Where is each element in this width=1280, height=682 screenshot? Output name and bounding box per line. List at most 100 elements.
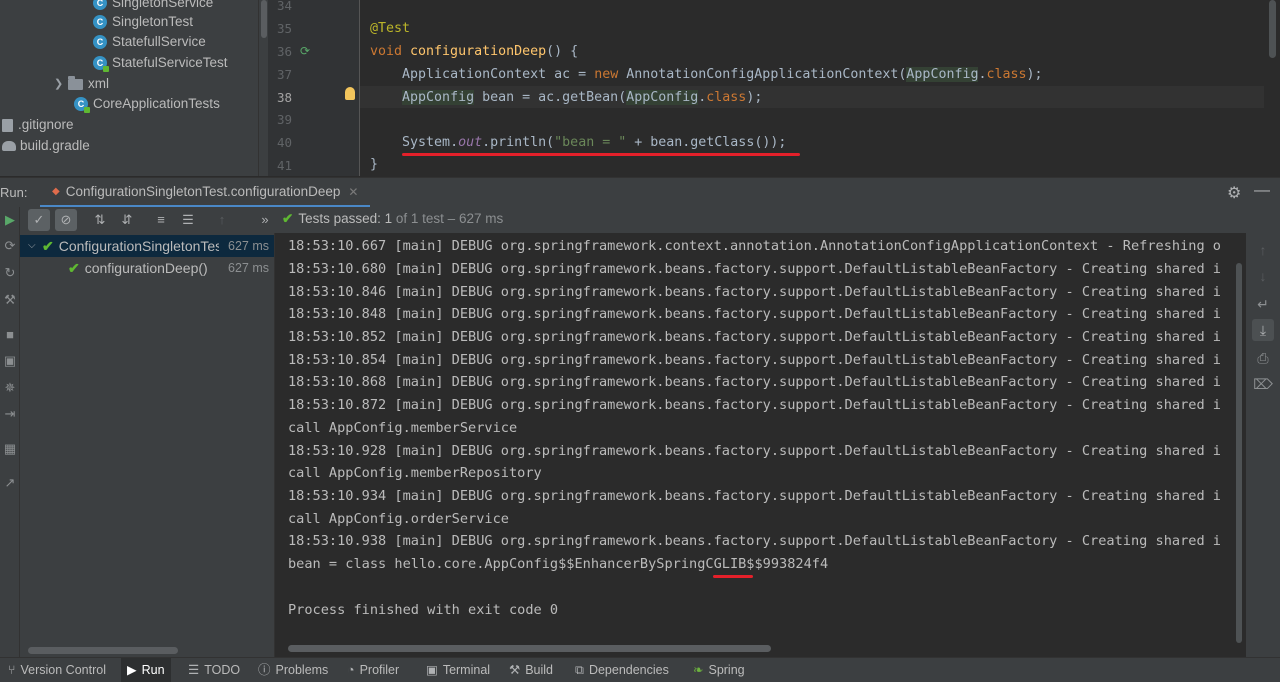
bottom-bar-label: Profiler	[359, 663, 400, 677]
arrow-down-icon[interactable]: ↓	[1252, 265, 1274, 287]
run-tool-window-header: Run: ◆ ConfigurationSingletonTest.config…	[0, 177, 1280, 208]
soft-wrap-icon[interactable]: ↵	[1252, 293, 1274, 315]
dependencies-button[interactable]: ⧉ Dependencies	[569, 658, 675, 682]
console-line: 18:53:10.846 [main] DEBUG org.springfram…	[288, 284, 1221, 300]
toggle-auto-test-icon[interactable]: ↻	[2, 265, 18, 281]
close-icon[interactable]: ✕	[348, 185, 358, 199]
console-line: 18:53:10.938 [main] DEBUG org.springfram…	[288, 533, 1221, 549]
sort-by-duration-icon[interactable]: ⇵	[116, 209, 138, 231]
bottom-bar-label: Version Control	[20, 663, 106, 677]
tree-item-label: StatefulServiceTest	[112, 55, 228, 70]
run-button[interactable]: ▶ Run	[121, 658, 171, 682]
sort-alphabetically-icon[interactable]: ⇅	[89, 209, 111, 231]
method-name-token: configurationDeep	[410, 44, 547, 59]
project-tree-scrollbar[interactable]	[258, 0, 268, 176]
scrollbar-thumb[interactable]	[1236, 263, 1242, 643]
more-actions-icon[interactable]: »	[254, 209, 276, 231]
run-configuration-tab[interactable]: ◆ ConfigurationSingletonTest.configurati…	[40, 178, 371, 208]
minimize-icon[interactable]: —	[1254, 182, 1270, 200]
console-line: call AppConfig.memberService	[288, 420, 518, 436]
tree-item-statefull-service[interactable]: C StatefullService	[93, 32, 206, 52]
dependencies-icon: ⧉	[575, 663, 584, 677]
tests-passed-status: ✔ Tests passed: 1 of 1 test – 627 ms	[282, 211, 503, 227]
code-editor[interactable]: @Test void configurationDeep() { Applica…	[360, 0, 1264, 176]
gear-icon[interactable]: ⚙	[1227, 183, 1241, 203]
test-duration: 627 ms	[228, 239, 269, 253]
console-horizontal-scrollbar[interactable]	[288, 645, 771, 652]
rerun-failed-icon[interactable]: ⟳	[2, 238, 18, 254]
print-icon[interactable]: ⎙	[1252, 347, 1274, 369]
console-output[interactable]: 18:53:10.667 [main] DEBUG org.springfram…	[276, 233, 1234, 657]
chevron-right-icon[interactable]: ❯	[54, 74, 68, 94]
check-icon: ✔	[68, 260, 80, 276]
show-ignored-icon[interactable]: ⊘	[55, 209, 77, 231]
console-line: 18:53:10.928 [main] DEBUG org.springfram…	[288, 443, 1221, 459]
console-right-toolbar: ↑ ↓ ↵ ⤓ ⎙ ⌦	[1246, 233, 1280, 657]
editor-scrollbar[interactable]	[1264, 0, 1280, 176]
todo-button[interactable]: ☰ TODO	[182, 658, 246, 682]
test-suite-row[interactable]: ⌵ ✔ ConfigurationSingletonTest 627 ms	[20, 235, 274, 257]
tree-item-core-application-tests[interactable]: C CoreApplicationTests	[74, 94, 220, 114]
console-line: 18:53:10.872 [main] DEBUG org.springfram…	[288, 397, 1221, 413]
line-number: 36	[276, 44, 292, 59]
lightbulb-icon[interactable]	[345, 87, 355, 100]
tree-item-gitignore[interactable]: .gitignore	[2, 115, 74, 135]
code-token: );	[746, 90, 763, 105]
run-test-gutter-icon[interactable]: ⟳	[300, 44, 310, 58]
console-line: call AppConfig.orderService	[288, 511, 509, 527]
problems-icon: ⓘ	[258, 663, 271, 677]
trash-icon[interactable]: ⌦	[1252, 373, 1274, 395]
pin-icon[interactable]: ↗	[2, 475, 18, 491]
chevron-down-icon[interactable]: ⌵	[28, 235, 42, 257]
line-number: 38	[276, 90, 292, 105]
problems-button[interactable]: ⓘ Problems	[252, 658, 334, 682]
wrench-icon[interactable]: ⚒	[2, 292, 18, 308]
check-icon: ✔	[42, 238, 54, 254]
profiler-icon: ◔	[347, 663, 355, 677]
console-line: 18:53:10.934 [main] DEBUG org.springfram…	[288, 488, 1221, 504]
test-case-row[interactable]: ✔ configurationDeep() 627 ms	[20, 257, 274, 279]
show-passed-icon[interactable]: ✓	[28, 209, 50, 231]
spring-button[interactable]: ❧ Spring	[687, 658, 751, 682]
terminal-button[interactable]: ▣ Terminal	[420, 658, 496, 682]
layout-icon[interactable]: ▦	[2, 441, 18, 457]
test-suite-name: ConfigurationSingletonTest	[58, 238, 219, 254]
profiler-button[interactable]: ◔ Profiler	[341, 658, 405, 682]
code-line-37: ApplicationContext ac = new AnnotationCo…	[370, 64, 1043, 86]
tree-item-xml-folder[interactable]: ❯ xml	[54, 74, 109, 94]
test-duration: 627 ms	[228, 261, 269, 275]
check-icon: ✔	[282, 211, 294, 226]
expand-all-icon[interactable]: ≡	[150, 209, 172, 231]
scroll-to-end-icon[interactable]: ⤓	[1252, 319, 1274, 341]
version-control-button[interactable]: ⑂ Version Control	[2, 658, 112, 682]
scrollbar-thumb[interactable]	[1269, 0, 1276, 58]
bottom-bar-label: Spring	[708, 663, 745, 677]
code-line-41: }	[370, 154, 378, 176]
code-token: AnnotationConfigApplicationContext(	[626, 67, 907, 82]
test-tree-horizontal-scrollbar[interactable]	[28, 647, 178, 654]
stop-icon[interactable]: ■	[2, 327, 18, 343]
tree-item-label: build.gradle	[20, 138, 90, 153]
tree-item-stateful-service-test[interactable]: C StatefulServiceTest	[93, 53, 228, 73]
arrow-up-icon[interactable]: ↑	[1252, 239, 1274, 261]
keyword-token: class	[986, 67, 1027, 82]
previous-failed-icon[interactable]: ↑	[211, 209, 233, 231]
bottom-bar-label: Dependencies	[588, 663, 669, 677]
exit-icon[interactable]: ⇥	[2, 406, 18, 422]
console-vertical-scrollbar[interactable]	[1234, 233, 1244, 657]
code-token: bean = ac.getBean(	[474, 90, 627, 105]
tree-item-singleton-test[interactable]: C SingletonTest	[93, 12, 193, 32]
tree-item-build-gradle[interactable]: build.gradle	[2, 136, 90, 156]
code-line-36: void configurationDeep() {	[370, 41, 578, 63]
camera-icon[interactable]: ▣	[2, 353, 18, 369]
scrollbar-thumb[interactable]	[261, 0, 267, 38]
collapse-all-icon[interactable]: ☰	[177, 209, 199, 231]
rerun-icon[interactable]: ▶	[2, 212, 18, 228]
type-token: ApplicationContext	[402, 67, 547, 82]
keyword-token: new	[594, 67, 627, 82]
string-token: "bean = "	[554, 135, 627, 150]
class-icon: C	[93, 15, 107, 29]
project-tree: C SingletonService C SingletonTest C Sta…	[0, 0, 258, 176]
build-button[interactable]: ⚒ Build	[503, 658, 559, 682]
debug-icon[interactable]: ✵	[2, 380, 18, 396]
